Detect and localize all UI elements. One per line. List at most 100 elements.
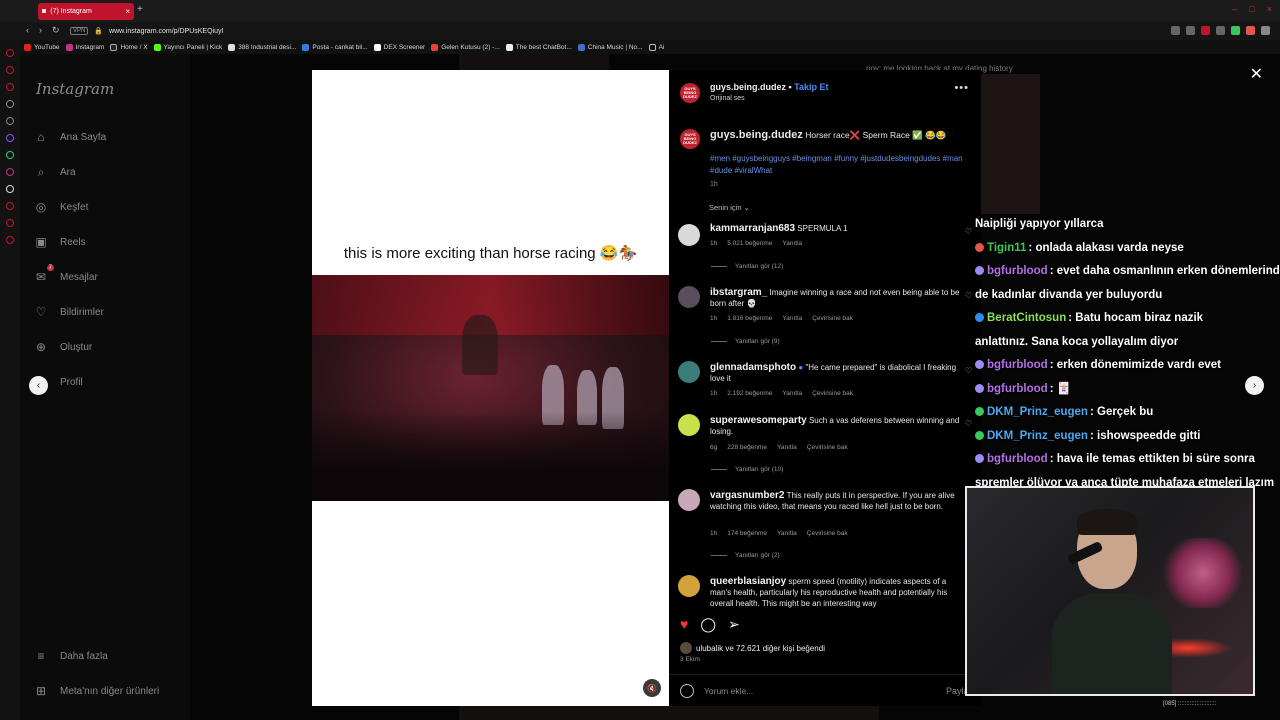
- see-translation-button[interactable]: Çevirisine bak: [812, 315, 853, 322]
- sidebar-app-icon[interactable]: [6, 49, 14, 57]
- previous-post-arrow-icon[interactable]: ‹: [29, 376, 48, 395]
- bookmark[interactable]: The best ChatBot...: [505, 43, 572, 51]
- see-translation-button[interactable]: Çevirisine bak: [812, 390, 853, 397]
- commenter-avatar[interactable]: [678, 575, 700, 597]
- commenter-avatar[interactable]: [678, 489, 700, 511]
- bookmark[interactable]: YouTube: [24, 43, 60, 51]
- comment-username[interactable]: glennadamsphoto: [710, 362, 796, 373]
- mute-icon[interactable]: 🔇: [643, 679, 661, 697]
- comment-input[interactable]: Yorum ekle...: [704, 686, 753, 696]
- forward-icon[interactable]: ›: [39, 25, 42, 36]
- post-media[interactable]: this is more exciting than horse racing …: [312, 70, 669, 706]
- view-replies[interactable]: Yanıtları gör (10): [711, 466, 783, 473]
- extension-icon[interactable]: [1186, 26, 1195, 35]
- url-field[interactable]: VPN 🔒 www.instagram.com/p/DPUsKEQiuyI: [70, 25, 223, 37]
- bookmark[interactable]: DEX Screener: [373, 43, 425, 51]
- comment-sort-dropdown[interactable]: Senin için ⌄: [709, 203, 750, 212]
- sidebar-app-icon[interactable]: [6, 236, 14, 244]
- bookmark[interactable]: Posta - cankat bil...: [302, 43, 368, 51]
- bookmark[interactable]: Instagram: [65, 43, 104, 51]
- video-frame[interactable]: [312, 275, 669, 501]
- bookmark[interactable]: China Music | No...: [577, 43, 643, 51]
- sidebar-app-icon[interactable]: [6, 100, 14, 108]
- reply-button[interactable]: Yanıtla: [777, 444, 797, 451]
- nav-create[interactable]: ⊕ Oluştur: [34, 340, 92, 354]
- new-tab-icon[interactable]: +: [137, 4, 143, 15]
- caption-avatar[interactable]: GUYS BEING DUDEZ: [680, 129, 700, 149]
- see-translation-button[interactable]: Çevirisine bak: [807, 444, 848, 451]
- comment-likes[interactable]: 174 beğenme: [727, 530, 767, 537]
- bookmark[interactable]: Gelen Kutusu (2) -...: [431, 43, 500, 51]
- view-replies[interactable]: Yanıtları gör (2): [711, 552, 780, 559]
- comment-likes[interactable]: 1.816 beğenme: [727, 315, 772, 322]
- nav-search[interactable]: ⌕ Ara: [34, 165, 76, 179]
- view-replies[interactable]: Yanıtları gör (9): [711, 338, 780, 345]
- sidebar-app-icon[interactable]: [6, 168, 14, 176]
- nav-home[interactable]: ⌂ Ana Sayfa: [34, 130, 106, 144]
- like-heart-icon[interactable]: ♥: [680, 616, 688, 633]
- instagram-logo[interactable]: Instagram: [36, 80, 114, 98]
- back-icon[interactable]: ‹: [26, 25, 29, 36]
- comment-like-icon[interactable]: ♡: [965, 291, 972, 300]
- emoji-icon[interactable]: [680, 684, 694, 698]
- nav-messages[interactable]: ✉ 7 Mesajlar: [34, 265, 98, 284]
- comment-like-icon[interactable]: ♡: [965, 419, 972, 428]
- comment-likes[interactable]: 5.021 beğenme: [727, 240, 772, 247]
- sidebar-app-icon[interactable]: [6, 117, 14, 125]
- comment-username[interactable]: queerblasianjoy: [710, 576, 786, 587]
- extension-icon[interactable]: [1201, 26, 1210, 35]
- audio-label[interactable]: Orijinal ses: [710, 95, 745, 102]
- close-modal-icon[interactable]: ✕: [1250, 64, 1263, 84]
- sidebar-app-icon[interactable]: [6, 202, 14, 210]
- commenter-avatar[interactable]: [678, 361, 700, 383]
- nav-reels[interactable]: ▣ Reels: [34, 235, 85, 249]
- bookmark[interactable]: Yayıncı Paneli | Kick: [153, 43, 222, 51]
- commenter-avatar[interactable]: [678, 224, 700, 246]
- browser-tab[interactable]: ◙ (7) Instagram ×: [38, 3, 134, 20]
- sidebar-app-icon[interactable]: [6, 219, 14, 227]
- nav-more[interactable]: ≡ Daha fazla: [34, 649, 107, 663]
- sidebar-app-icon[interactable]: [6, 134, 14, 142]
- sidebar-app-icon[interactable]: [6, 151, 14, 159]
- view-replies[interactable]: Yanıtları gör (12): [711, 263, 783, 270]
- extension-icon[interactable]: [1231, 26, 1240, 35]
- nav-explore[interactable]: ◎ Keşfet: [34, 200, 89, 214]
- comment-username[interactable]: vargasnumber2: [710, 490, 784, 501]
- nav-notifications[interactable]: ♡ Bildirimler: [34, 305, 104, 319]
- comment-likes[interactable]: 2.192 beğenme: [727, 390, 772, 397]
- bookmark[interactable]: 388 Industrial desi...: [228, 43, 296, 51]
- window-close-icon[interactable]: ×: [1267, 4, 1272, 14]
- follow-button[interactable]: Takip Et: [794, 82, 828, 92]
- sidebar-app-icon[interactable]: [6, 66, 14, 74]
- author-username[interactable]: guys.being.dudez: [710, 82, 786, 92]
- extension-icon[interactable]: [1171, 26, 1180, 35]
- caption-username[interactable]: guys.being.dudez: [710, 129, 803, 141]
- sidebar-app-icon[interactable]: [6, 185, 14, 193]
- reload-icon[interactable]: ↻: [52, 25, 60, 36]
- reply-button[interactable]: Yanıtla: [782, 315, 802, 322]
- menu-icon[interactable]: [1261, 26, 1270, 35]
- author-avatar[interactable]: GUYS BEING DUDEZ: [680, 83, 700, 103]
- commenter-avatar[interactable]: [678, 414, 700, 436]
- extension-icon[interactable]: [1246, 26, 1255, 35]
- comment-bubble-icon[interactable]: ◯: [700, 616, 716, 633]
- maximize-icon[interactable]: □: [1249, 4, 1254, 14]
- hashtag-list[interactable]: #men #guysbeingguys #beingman #funny #ju…: [710, 153, 972, 177]
- comment-username[interactable]: superawesomeparty: [710, 415, 807, 426]
- bookmark[interactable]: Home / X: [110, 43, 148, 51]
- tab-close-icon[interactable]: ×: [125, 7, 130, 16]
- bookmark-folder[interactable]: Ai: [648, 43, 664, 51]
- like-summary[interactable]: ulubalik ve 72.621 diğer kişi beğendi: [680, 642, 825, 654]
- vpn-badge[interactable]: VPN: [70, 27, 89, 35]
- comment-username[interactable]: kammarranjan683: [710, 223, 795, 234]
- reply-button[interactable]: Yanıtla: [782, 240, 802, 247]
- more-options-icon[interactable]: •••: [954, 82, 969, 94]
- share-plane-icon[interactable]: ➢: [728, 616, 740, 633]
- minimize-icon[interactable]: –: [1232, 4, 1237, 14]
- reply-button[interactable]: Yanıtla: [777, 530, 797, 537]
- commenter-avatar[interactable]: [678, 286, 700, 308]
- sidebar-app-icon[interactable]: [6, 83, 14, 91]
- extension-icon[interactable]: [1216, 26, 1225, 35]
- comment-like-icon[interactable]: ♡: [965, 366, 972, 375]
- comment-username[interactable]: ibstargram_: [710, 287, 767, 298]
